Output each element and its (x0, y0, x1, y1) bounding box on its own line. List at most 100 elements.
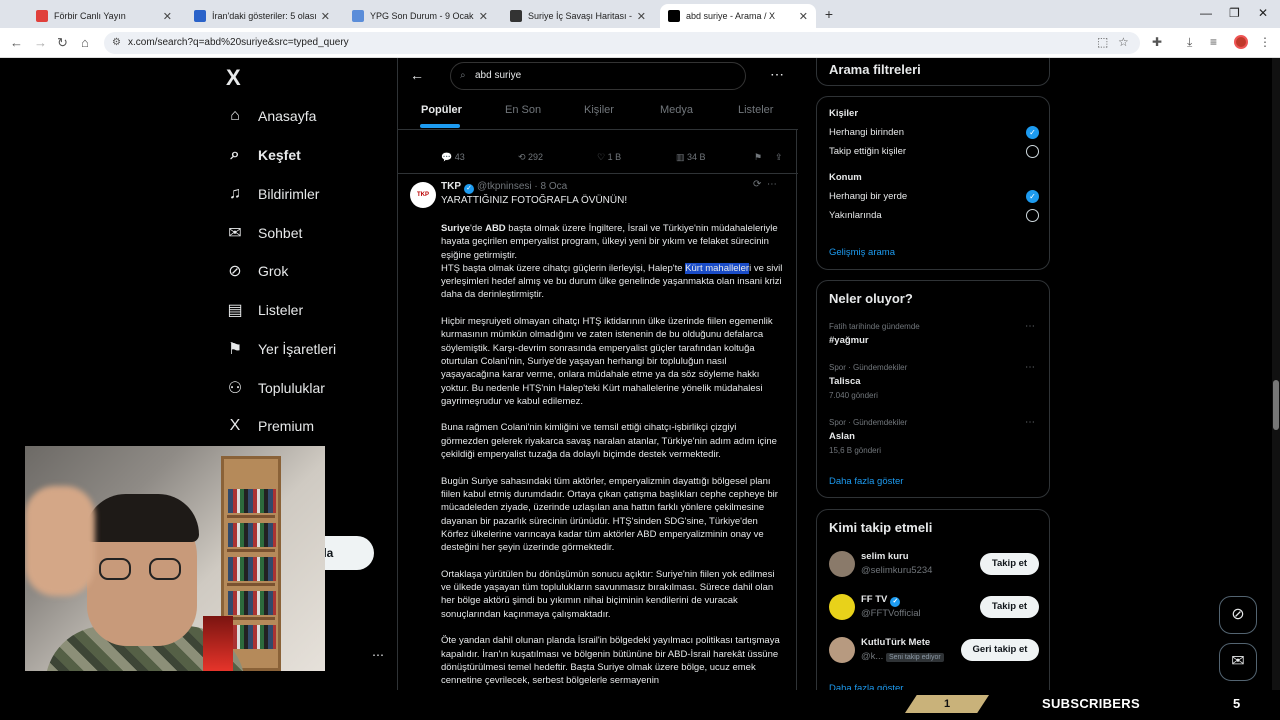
tab-popular[interactable]: Popüler (421, 104, 462, 116)
reload-icon[interactable]: ↻ (57, 35, 68, 51)
extensions-icon[interactable]: ✚ (1152, 35, 1162, 49)
filter-anyone-label[interactable]: Herhangi birinden (829, 127, 904, 138)
messages-fab-icon[interactable]: ✉ (1219, 643, 1257, 681)
browser-tab[interactable]: Förbir Canlı Yayın ✕ (28, 4, 180, 28)
install-icon[interactable]: ⬚ (1097, 35, 1108, 49)
sidebar-item-chat[interactable]: ✉ Sohbet (226, 218, 302, 248)
x-logo[interactable]: X (226, 65, 241, 91)
reply-action[interactable]: 💬 43 (441, 152, 465, 163)
close-window-icon[interactable]: ✕ (1258, 6, 1268, 20)
search-input[interactable]: ⌕ abd suriye (450, 62, 746, 90)
sidebar-item-notifications[interactable]: ♫ Bildirimler (226, 179, 319, 209)
grok-fab-icon[interactable]: ⊘ (1219, 596, 1257, 634)
sidebar-item-premium[interactable]: X Premium (226, 411, 314, 441)
trend-name[interactable]: #yağmur (829, 335, 869, 346)
back-icon[interactable]: ← (10, 35, 23, 50)
trend-more-icon[interactable]: ⋯ (1025, 321, 1035, 332)
user-name[interactable]: selim kuru (861, 551, 909, 562)
tkp-avatar[interactable]: TKP (410, 182, 436, 208)
user-handle[interactable]: @k... Seni takip ediyor (861, 651, 944, 662)
tab-lists[interactable]: Listeler (738, 104, 773, 116)
bookmark-icon[interactable]: ⚑ (754, 152, 762, 163)
back-arrow-icon[interactable]: ← (410, 67, 424, 83)
menu-dots-icon[interactable]: ⋮ (1259, 35, 1271, 49)
repost-count: 292 (528, 152, 544, 162)
sidebar-item-explore[interactable]: ⌕ Keşfet (226, 140, 301, 170)
sidebar-item-communities[interactable]: ⚇ Topluluklar (226, 373, 325, 403)
sidebar-item-home[interactable]: ⌂ Anasayfa (226, 101, 316, 131)
tab-people[interactable]: Kişiler (584, 104, 614, 116)
filter-nearby-radio[interactable] (1026, 209, 1039, 222)
trend-more-icon[interactable]: ⋯ (1025, 362, 1035, 373)
tab-close-icon[interactable]: ✕ (479, 10, 488, 23)
advanced-search-link[interactable]: Gelişmiş arama (829, 247, 895, 258)
user-avatar[interactable] (829, 594, 855, 620)
download-icon[interactable]: ⤓ (1187, 35, 1192, 50)
minimize-icon[interactable]: — (1200, 6, 1212, 20)
main-column: ← ⌕ abd suriye ⋯ Popüler En Son Kişiler … (397, 58, 798, 720)
tab-close-icon[interactable]: ✕ (799, 10, 808, 23)
follow-button[interactable]: Takip et (980, 596, 1039, 618)
tweet-handle[interactable]: @tkpninsesi (477, 181, 532, 192)
media-icon[interactable]: ≡ (1210, 35, 1217, 49)
sidebar-item-label: Sohbet (258, 225, 303, 241)
browser-tab[interactable]: YPG Son Durum - 9 Ocak 2026 ✕ (344, 4, 496, 28)
views-action[interactable]: ▥ 34 B (676, 152, 706, 163)
tab-close-icon[interactable]: ✕ (163, 10, 172, 23)
share-icon[interactable]: ⇪ (775, 152, 783, 163)
search-icon: ⌕ (230, 146, 240, 163)
tab-latest[interactable]: En Son (505, 104, 541, 116)
forward-icon[interactable]: → (34, 35, 47, 50)
tab-media[interactable]: Medya (660, 104, 693, 116)
scrollbar-thumb[interactable] (1273, 380, 1279, 430)
bookmark-icon: ⚑ (227, 341, 243, 358)
follow-back-button[interactable]: Geri takip et (961, 639, 1039, 661)
filter-anywhere-label[interactable]: Herhangi bir yerde (829, 191, 907, 202)
tweet-text: HTŞ başta olmak üzere cihatçı güçlerin i… (441, 262, 686, 274)
filter-anyone-radio[interactable]: ✓ (1026, 126, 1039, 139)
trend-name[interactable]: Talisca (829, 376, 861, 387)
address-bar[interactable]: ⚙ x.com/search?q=abd%20suriye&src=typed_… (104, 32, 1140, 54)
user-handle[interactable]: @selimkuru5234 (861, 565, 932, 576)
trend-more-icon[interactable]: ⋯ (1025, 417, 1035, 428)
like-action[interactable]: ♡ 1 B (597, 152, 621, 163)
sidebar-item-lists[interactable]: ▤ Listeler (226, 295, 303, 325)
tweet-body: Suriye'de ABD başta olmak üzere İngilter… (441, 222, 783, 701)
trend-count: 7.040 gönderi (829, 391, 878, 400)
home-icon[interactable]: ⌂ (81, 35, 89, 50)
sidebar-item-bookmarks[interactable]: ⚑ Yer İşaretleri (226, 334, 336, 364)
tab-close-icon[interactable]: ✕ (321, 10, 330, 23)
profile-avatar[interactable] (1234, 35, 1248, 49)
trends-show-more-link[interactable]: Daha fazla göster (829, 476, 903, 487)
bookmark-star-icon[interactable]: ☆ (1118, 35, 1129, 49)
user-name[interactable]: FF TV ✓ (861, 594, 903, 607)
tweet-date[interactable]: · 8 Oca (534, 181, 567, 192)
filter-following-label[interactable]: Takip ettiğin kişiler (829, 146, 906, 157)
active-tab-indicator (420, 124, 460, 128)
page-scrollbar[interactable] (1272, 58, 1280, 720)
browser-tab-active[interactable]: abd suriye - Arama / X ✕ (660, 4, 816, 28)
user-handle[interactable]: @FFTVofficial (861, 608, 921, 619)
browser-tab[interactable]: Suriye İç Savaşı Haritası - Suriye ✕ (502, 4, 654, 28)
tweet-author-name[interactable]: TKP (441, 181, 461, 192)
browser-tab[interactable]: İran'daki gösteriler: 5 olası sena ✕ (186, 4, 338, 28)
reply-count: 43 (454, 152, 465, 162)
user-avatar[interactable] (829, 637, 855, 663)
tweet-more-icon[interactable]: ⟳ ⋯ (753, 179, 777, 190)
user-name[interactable]: KutluTürk Mete (861, 637, 930, 648)
more-options-icon[interactable]: ⋯ (770, 66, 784, 83)
follow-button[interactable]: Takip et (980, 553, 1039, 575)
trend-name[interactable]: Aslan (829, 431, 855, 442)
repost-action[interactable]: ⟲ 292 (518, 152, 543, 163)
filter-following-radio[interactable] (1026, 145, 1039, 158)
new-tab-icon[interactable]: + (821, 6, 837, 22)
site-info-icon[interactable]: ⚙ (112, 32, 121, 54)
tab-close-icon[interactable]: ✕ (637, 10, 646, 23)
account-more-icon[interactable]: ⋯ (372, 648, 384, 662)
filter-anywhere-radio[interactable]: ✓ (1026, 190, 1039, 203)
filter-nearby-label[interactable]: Yakınlarında (829, 210, 882, 221)
tweet[interactable]: TKP TKP ✓ @tkpninsesi · 8 Oca ⟳ ⋯ YARATTIĞ… (398, 173, 798, 686)
sidebar-item-grok[interactable]: ⊘ Grok (226, 256, 288, 286)
user-avatar[interactable] (829, 551, 855, 577)
maximize-icon[interactable]: ❐ (1229, 6, 1240, 20)
